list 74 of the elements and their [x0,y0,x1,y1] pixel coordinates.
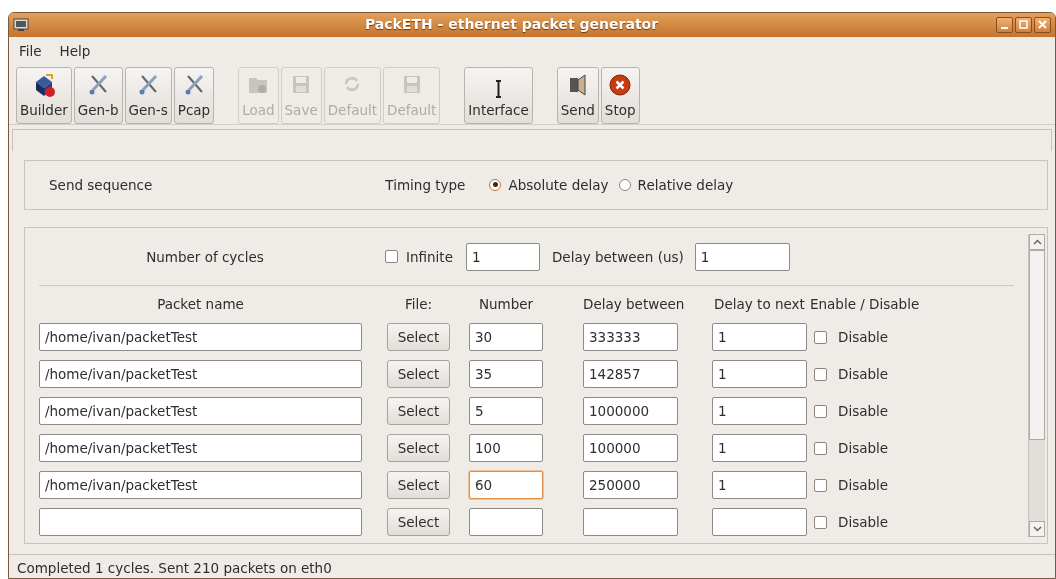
close-icon [1037,19,1048,31]
stop-icon [608,71,633,98]
minimize-button[interactable] [996,16,1013,33]
delay-between-field[interactable]: 1000000 [583,397,678,425]
delay-to-next-field[interactable]: 1 [712,323,807,351]
scroll-up-button[interactable] [1029,233,1045,250]
delay-between-field[interactable]: 250000 [583,471,678,499]
section-label: Send sequence [49,175,153,195]
packet-name-field[interactable]: /home/ivan/packetTest [39,323,362,351]
disable-checkbox[interactable]: Disable [814,474,1028,496]
delay-between-field[interactable]: 100000 [583,434,678,462]
toolbar-button[interactable]: Builder [16,66,72,124]
delay-to-next-field[interactable]: 1 [712,471,807,499]
number-field[interactable]: 5 [469,397,543,425]
radio-option[interactable]: Relative delay [618,174,734,195]
disable-checkbox[interactable]: Disable [814,326,1028,348]
cycles-field[interactable]: 1 [465,242,540,271]
select-button[interactable]: Select [387,434,450,462]
delay-between-field[interactable]: 333333 [583,323,678,351]
packet-name-field[interactable] [39,508,362,536]
delay-between-field[interactable] [583,508,678,536]
cursor-icon [495,79,503,98]
packet-name-field[interactable]: /home/ivan/packetTest [39,397,362,425]
packet-name-field[interactable]: /home/ivan/packetTest [39,360,362,388]
toolbar-button[interactable]: Gen-b [73,66,123,124]
delay-to-next-field[interactable]: 1 [712,397,807,425]
packet-name-field[interactable]: /home/ivan/packetTest [39,471,362,499]
disable-checkbox[interactable]: Disable [814,363,1028,385]
close-button[interactable] [1034,16,1051,33]
delay-label: Delay between (us) [551,247,684,267]
disable-checkbox[interactable]: Disable [814,511,1028,533]
delay-to-next-field[interactable] [712,508,807,536]
disable-checkbox[interactable]: Disable [814,437,1028,459]
toolbar-button[interactable]: Pcap [173,66,215,124]
packet-name-field[interactable]: /home/ivan/packetTest [39,434,362,462]
select-button[interactable]: Select [387,360,450,388]
delay-to-next-field[interactable]: 1 [712,434,807,462]
column-header: Number [477,294,535,314]
cycles-label: Number of cycles [145,247,265,267]
scroll-down-button[interactable] [1029,521,1045,537]
infinite-checkbox[interactable]: Infinite [385,246,453,267]
column-header: Enable / Disable [810,294,920,314]
number-field[interactable]: 30 [469,323,543,351]
column-header: Delay to next [713,294,806,314]
number-field[interactable]: 60 [469,471,543,499]
toolbar-button[interactable]: Stop [600,66,640,124]
window-title: PackETH - ethernet packet generator [363,15,660,35]
disable-checkbox[interactable]: Disable [814,400,1028,422]
radio-option[interactable]: Absolute delay [489,174,609,195]
delay-between-field[interactable]: 142857 [583,360,678,388]
column-header: File: [403,294,434,314]
scroll-thumb[interactable] [1029,249,1045,440]
column-header: Packet name [156,294,245,314]
menu-item[interactable]: Help [59,40,91,59]
number-field[interactable]: 100 [469,434,543,462]
toolbar-button[interactable]: Gen-s [124,66,172,124]
number-field[interactable]: 35 [469,360,543,388]
select-button[interactable]: Select [387,471,450,499]
column-header: Delay between [583,294,685,314]
select-button[interactable]: Select [387,508,450,536]
timing-label: Timing type [385,175,466,195]
toolbar-button[interactable]: Interface [464,66,533,124]
delay-field[interactable]: 1 [694,242,790,271]
number-field[interactable] [469,508,543,536]
status-bar: Completed 1 cycles. Sent 210 packets on eth0 [9,554,1055,578]
window-icon [13,17,29,32]
menu-item[interactable]: File [19,40,42,59]
delay-to-next-field[interactable]: 1 [712,360,807,388]
maximize-button[interactable] [1015,16,1032,33]
minimize-icon [1001,27,1008,30]
select-button[interactable]: Select [387,323,450,351]
toolbar-button[interactable]: Send [556,66,599,124]
select-button[interactable]: Select [387,397,450,425]
maximize-icon [1018,19,1029,31]
